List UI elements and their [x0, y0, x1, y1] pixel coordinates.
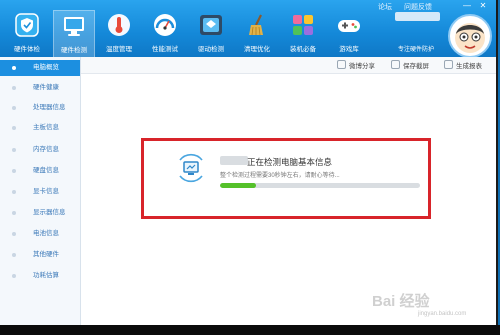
bullet-icon	[12, 232, 16, 236]
driver-box-icon	[200, 15, 222, 35]
brand-subtitle: 专注硬件防护	[398, 47, 435, 53]
nav-label: 装机必备	[290, 46, 316, 53]
share-weibo-button[interactable]: 微博分享	[337, 60, 375, 70]
sidebar-item-memory[interactable]: 内存信息	[0, 142, 80, 158]
nav-label: 温度管理	[106, 46, 132, 53]
nav-cleanup[interactable]: 清理优化	[237, 10, 277, 56]
nav-hardware-checkup[interactable]: 硬件体检	[7, 10, 47, 56]
nav-label: 硬件体检	[14, 46, 40, 53]
watermark-url: jingyan.baidu.com	[418, 311, 467, 317]
scan-monitor-icon	[179, 153, 203, 183]
sidebar-item-disk[interactable]: 硬盘信息	[0, 163, 80, 179]
detect-progress-bar	[220, 183, 420, 188]
sidebar-item-motherboard[interactable]: 主板信息	[0, 120, 80, 136]
save-screenshot-button[interactable]: 保存截屏	[391, 60, 429, 70]
camera-icon	[391, 60, 400, 69]
nav-performance[interactable]: 性能测试	[145, 10, 185, 56]
forum-link[interactable]: 论坛	[378, 2, 392, 12]
nav-driver[interactable]: 驱动检测	[191, 10, 231, 56]
nav-essentials[interactable]: 装机必备	[283, 10, 323, 56]
detect-status-subtitle: 整个检测过程需要30秒钟左右，请耐心等待...	[220, 173, 340, 179]
report-icon	[444, 60, 453, 69]
nav-label: 驱动检测	[198, 46, 224, 53]
weibo-icon	[337, 60, 346, 69]
app-grid-icon	[293, 15, 313, 35]
sidebar-item-power[interactable]: 功耗估算	[0, 268, 80, 284]
bullet-icon	[12, 106, 16, 110]
nav-hardware-detect[interactable]: 硬件检测	[53, 10, 95, 58]
blurred-text	[220, 156, 248, 165]
bullet-icon	[12, 169, 16, 173]
generate-report-button[interactable]: 生成报表	[444, 60, 482, 70]
watermark: Bai 经验	[372, 293, 430, 310]
progress-fill	[220, 183, 256, 188]
taskbar	[0, 325, 500, 335]
brand-logo	[395, 12, 440, 21]
thermometer-icon	[108, 14, 130, 36]
app-window: 论坛 问题反馈 — ✕ 硬件体检 硬件检测 温度管理 性能测试 驱动检测 清理优…	[0, 0, 498, 325]
speedometer-icon	[154, 14, 176, 36]
mascot-avatar-icon	[455, 23, 485, 53]
minimize-button[interactable]: —	[462, 1, 472, 10]
bullet-icon	[12, 86, 16, 90]
detect-status-title: 正在检测电脑基本信息	[247, 157, 333, 167]
feedback-link[interactable]: 问题反馈	[404, 2, 432, 12]
bullet-icon	[12, 190, 16, 194]
shield-check-icon	[15, 13, 39, 37]
content-toolbar: 微博分享 保存截屏 生成报表	[81, 57, 496, 74]
bullet-icon	[12, 148, 16, 152]
bullet-icon	[12, 274, 16, 278]
nav-label: 清理优化	[244, 46, 270, 53]
nav-label: 性能测试	[152, 46, 178, 53]
header-bar: 论坛 问题反馈 — ✕ 硬件体检 硬件检测 温度管理 性能测试 驱动检测 清理优…	[0, 0, 496, 58]
bullet-icon	[12, 126, 16, 130]
nav-label: 硬件检测	[61, 47, 87, 54]
bullet-icon	[12, 66, 16, 70]
sidebar-item-gpu[interactable]: 显卡信息	[0, 184, 80, 200]
close-button[interactable]: ✕	[478, 1, 488, 10]
sidebar-item-cpu[interactable]: 处理器信息	[0, 100, 80, 116]
pc-monitor-icon	[64, 17, 84, 36]
sidebar-item-other[interactable]: 其他硬件	[0, 247, 80, 263]
sidebar-item-overview[interactable]: 电脑概览	[0, 60, 80, 76]
broom-icon	[249, 14, 263, 36]
sidebar-item-health[interactable]: 硬件健康	[0, 80, 80, 96]
nav-game-library[interactable]: 游戏库	[329, 10, 369, 56]
user-avatar[interactable]	[448, 14, 492, 58]
bullet-icon	[12, 211, 16, 215]
bullet-icon	[12, 253, 16, 257]
sidebar-item-display[interactable]: 显示器信息	[0, 205, 80, 221]
sidebar-item-battery[interactable]: 电池信息	[0, 226, 80, 242]
gamepad-icon	[338, 20, 360, 32]
nav-temperature[interactable]: 温度管理	[99, 10, 139, 56]
nav-label: 游戏库	[339, 46, 359, 53]
sidebar: 电脑概览 硬件健康 处理器信息 主板信息 内存信息 硬盘信息 显卡信息 显示器信…	[0, 57, 81, 325]
